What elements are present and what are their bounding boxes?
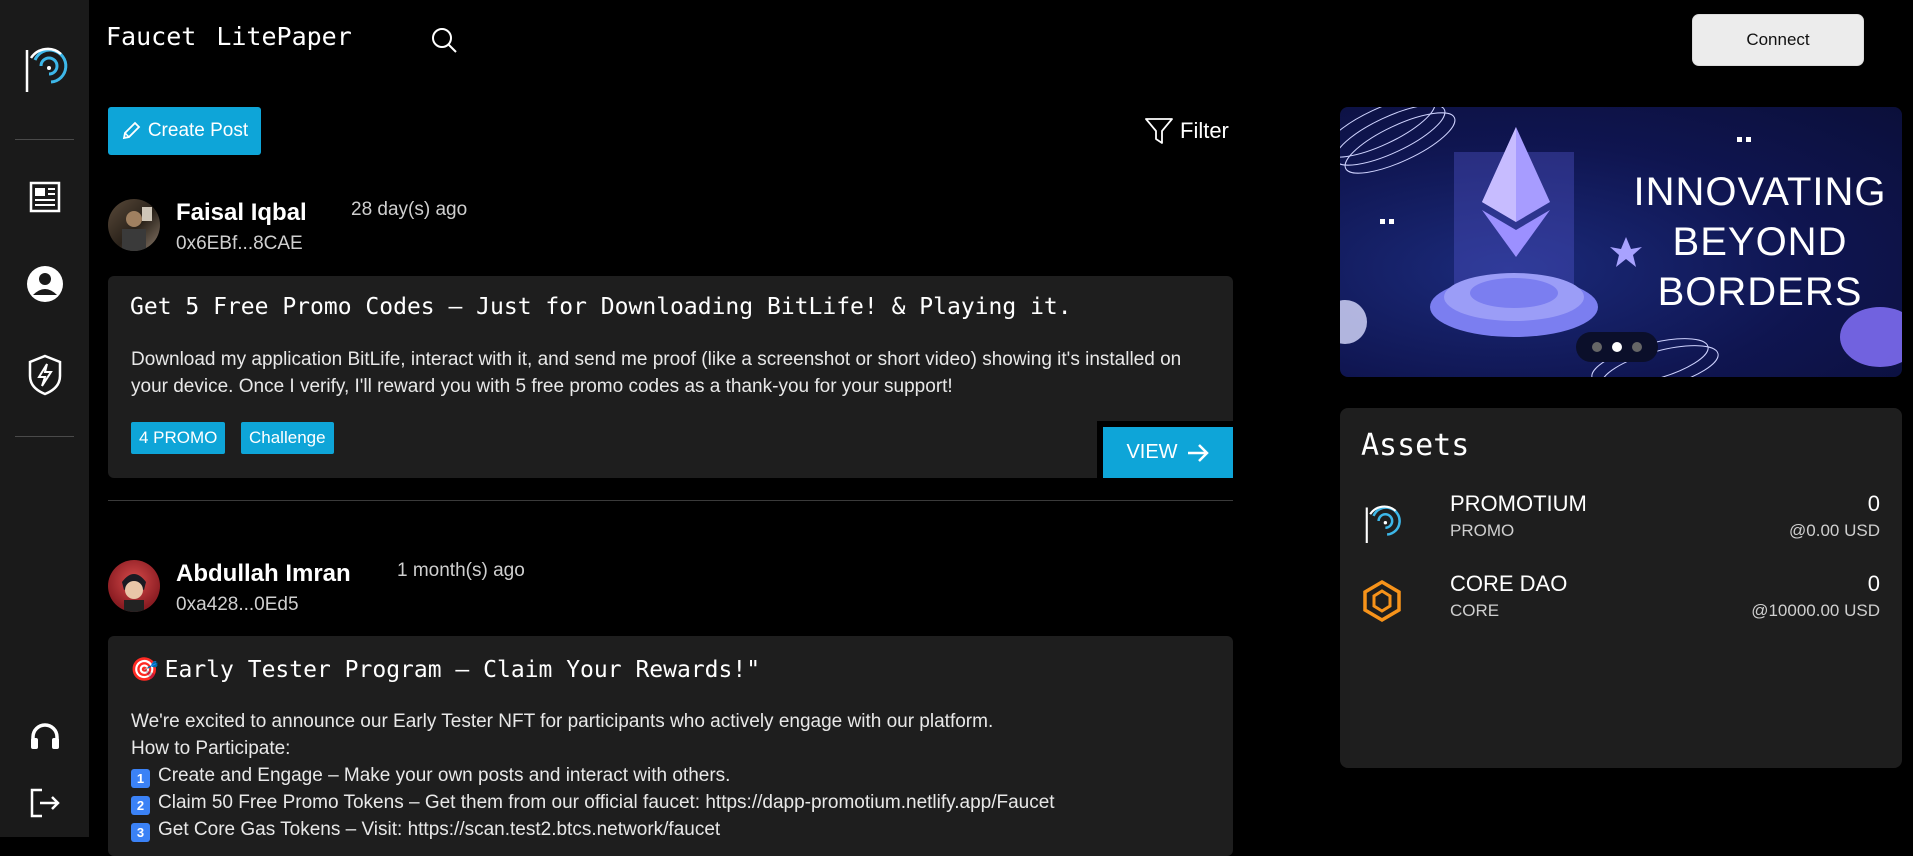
carousel-dot-1[interactable] bbox=[1592, 342, 1602, 352]
author-address: 0x6EBf...8CAE bbox=[176, 233, 303, 254]
post-card: 🎯 Early Tester Program – Claim Your Rewar… bbox=[108, 636, 1233, 856]
asset-name: CORE DAO bbox=[1450, 571, 1568, 596]
avatar[interactable] bbox=[108, 199, 160, 251]
asset-usd-value: @10000.00 USD bbox=[1751, 601, 1880, 620]
asset-balance: 0 bbox=[1867, 491, 1880, 516]
assets-panel: Assets PROMOTIUM PROMO 0 @0.00 USD CORE … bbox=[1340, 408, 1902, 768]
shield-bolt-icon[interactable] bbox=[0, 354, 89, 396]
step-item: 1 Create and Engage – Make your own posts… bbox=[131, 762, 1213, 789]
banner-line: BEYOND bbox=[1672, 220, 1848, 264]
view-label: VIEW bbox=[1126, 441, 1178, 463]
asset-symbol: CORE bbox=[1450, 601, 1500, 620]
post-time: 28 day(s) ago bbox=[351, 199, 468, 220]
banner-line: BORDERS bbox=[1657, 270, 1863, 314]
nav-litepaper-link[interactable]: LitePaper bbox=[216, 22, 351, 51]
support-headset-icon[interactable] bbox=[0, 720, 89, 756]
banner-line: INNOVATING bbox=[1633, 170, 1887, 214]
step-text: Claim 50 Free Promo Tokens – Get them fr… bbox=[158, 792, 1055, 813]
asset-symbol: PROMO bbox=[1450, 521, 1515, 540]
post-title: 🎯 Early Tester Program – Claim Your Rewar… bbox=[130, 656, 760, 683]
post-title-text: Early Tester Program – Claim Your Reward… bbox=[164, 657, 761, 683]
post-card: Get 5 Free Promo Codes – Just for Downlo… bbox=[108, 276, 1233, 478]
step-item: 3 Get Core Gas Tokens – Visit: https://sc… bbox=[131, 816, 1213, 843]
sidebar bbox=[0, 0, 89, 837]
carousel-dot-2[interactable] bbox=[1612, 342, 1622, 352]
post-body-line: How to Participate: bbox=[131, 738, 291, 759]
pencil-icon bbox=[122, 121, 141, 140]
create-post-button[interactable]: Create Post bbox=[108, 107, 261, 155]
banner-headline: INNOVATING BEYOND BORDERS bbox=[1618, 167, 1902, 317]
logo-icon[interactable] bbox=[0, 38, 89, 94]
asset-usd-value: @0.00 USD bbox=[1789, 521, 1880, 540]
asset-row[interactable]: PROMOTIUM PROMO 0 @0.00 USD bbox=[1360, 491, 1880, 547]
news-icon[interactable] bbox=[0, 178, 89, 216]
target-emoji-icon: 🎯 bbox=[130, 657, 159, 683]
post-body-line: We're excited to announce our Early Test… bbox=[131, 711, 994, 732]
step-number-3: 3 bbox=[131, 823, 150, 842]
tag-challenge: Challenge bbox=[241, 422, 334, 454]
filter-icon bbox=[1145, 118, 1173, 144]
step-number-2: 2 bbox=[131, 796, 150, 815]
post-body: We're excited to announce our Early Test… bbox=[131, 708, 1213, 843]
post-header: Faisal Iqbal 0x6EBf...8CAE bbox=[108, 199, 307, 255]
carousel-dot-3[interactable] bbox=[1632, 342, 1642, 352]
step-number-1: 1 bbox=[131, 769, 150, 788]
author-name[interactable]: Abdullah Imran bbox=[176, 560, 351, 588]
promotium-logo-icon bbox=[1360, 499, 1404, 543]
asset-balance: 0 bbox=[1867, 571, 1880, 596]
carousel-dots bbox=[1576, 332, 1658, 362]
logout-icon[interactable] bbox=[0, 785, 89, 821]
sidebar-divider bbox=[15, 139, 74, 140]
filter-button[interactable]: Filter bbox=[1144, 116, 1229, 146]
create-post-label: Create Post bbox=[147, 120, 249, 141]
avatar[interactable] bbox=[108, 560, 160, 612]
profile-icon[interactable] bbox=[0, 264, 89, 304]
filter-label: Filter bbox=[1180, 118, 1229, 143]
step-text: Create and Engage – Make your own posts … bbox=[158, 765, 731, 786]
view-button[interactable]: VIEW bbox=[1097, 421, 1233, 478]
post-body: Download my application BitLife, interac… bbox=[131, 349, 1182, 397]
post-time: 1 month(s) ago bbox=[397, 560, 525, 581]
author-name[interactable]: Faisal Iqbal bbox=[176, 199, 307, 227]
tag-promo: 4 PROMO bbox=[131, 422, 226, 454]
sidebar-divider bbox=[15, 436, 74, 437]
asset-row[interactable]: CORE DAO CORE 0 @10000.00 USD bbox=[1360, 571, 1880, 627]
post-separator bbox=[108, 500, 1233, 501]
promo-banner[interactable]: INNOVATING BEYOND BORDERS bbox=[1340, 107, 1902, 377]
step-item: 2 Claim 50 Free Promo Tokens – Get them f… bbox=[131, 789, 1213, 816]
core-dao-logo-icon bbox=[1360, 579, 1404, 623]
asset-name: PROMOTIUM bbox=[1450, 491, 1587, 516]
post-header: Abdullah Imran 0xa428...0Ed5 bbox=[108, 560, 351, 616]
assets-title: Assets bbox=[1361, 428, 1470, 463]
author-address: 0xa428...0Ed5 bbox=[176, 594, 299, 615]
search-icon[interactable] bbox=[430, 26, 458, 59]
arrow-right-icon bbox=[1187, 443, 1209, 462]
top-nav: Faucet LitePaper bbox=[106, 22, 372, 51]
nav-faucet-link[interactable]: Faucet bbox=[106, 22, 196, 51]
post-title: Get 5 Free Promo Codes – Just for Downlo… bbox=[130, 294, 1072, 320]
connect-button[interactable]: Connect bbox=[1692, 14, 1864, 66]
